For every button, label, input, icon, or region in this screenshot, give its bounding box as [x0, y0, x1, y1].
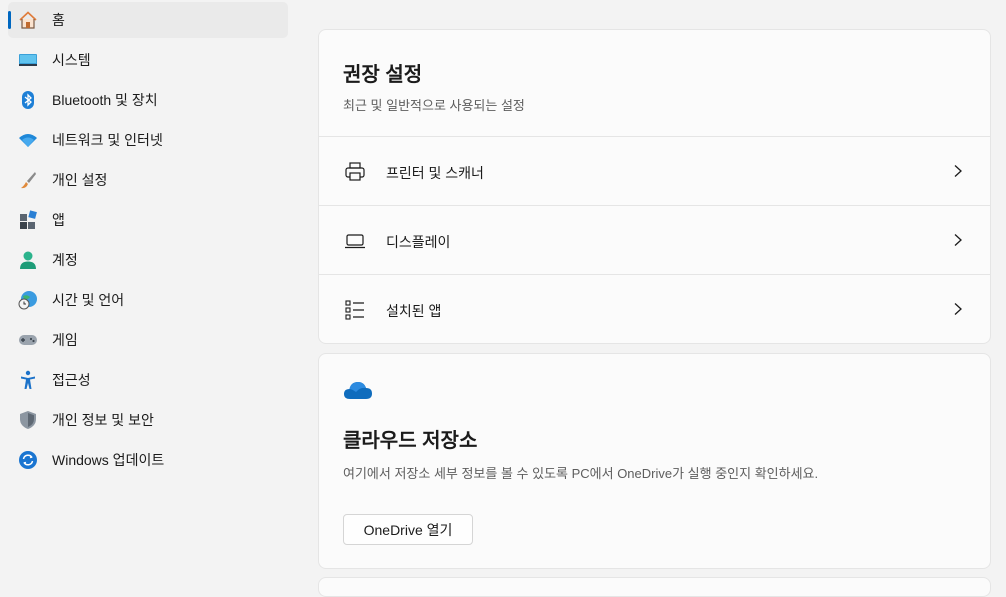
laptop-icon — [345, 234, 365, 249]
row-printers-scanners[interactable]: 프린터 및 스캐너 — [319, 136, 990, 206]
active-indicator — [8, 11, 11, 29]
recommended-title: 권장 설정 — [343, 64, 423, 86]
row-installed-apps[interactable]: 설치된 앱 — [319, 274, 990, 344]
open-onedrive-button[interactable]: OneDrive 열기 — [343, 514, 473, 545]
recommended-subtitle: 최근 및 일반적으로 사용되는 설정 — [343, 98, 525, 113]
row-label: 디스플레이 — [386, 234, 451, 250]
sidebar-item-time-language[interactable]: 시간 및 언어 — [8, 282, 288, 318]
sidebar: 홈 시스템 Bluetooth 및 장치 네트워크 및 인터넷 개인 설정 앱 … — [0, 0, 300, 585]
row-label: 프린터 및 스캐너 — [386, 165, 484, 181]
sidebar-item-accounts[interactable]: 계정 — [8, 242, 288, 278]
cloud-title: 클라우드 저장소 — [343, 430, 478, 452]
sidebar-item-apps[interactable]: 앱 — [8, 202, 288, 238]
update-icon — [19, 451, 37, 469]
sidebar-item-label: 계정 — [52, 252, 78, 268]
sidebar-item-gaming[interactable]: 게임 — [8, 322, 288, 358]
sidebar-item-label: Bluetooth 및 장치 — [52, 92, 158, 108]
list-icon — [345, 300, 364, 320]
shield-icon — [20, 411, 36, 429]
recommended-settings-card: 권장 설정 최근 및 일반적으로 사용되는 설정 프린터 및 스캐너 디스플레이 — [318, 29, 991, 344]
row-label: 설치된 앱 — [386, 303, 442, 319]
person-icon — [20, 251, 36, 269]
sidebar-item-label: 게임 — [52, 332, 78, 348]
wifi-icon — [19, 134, 37, 147]
chevron-right-icon — [954, 234, 962, 246]
sidebar-item-personalization[interactable]: 개인 설정 — [8, 162, 288, 198]
sidebar-item-label: 시스템 — [52, 52, 91, 68]
sidebar-item-network[interactable]: 네트워크 및 인터넷 — [8, 122, 288, 158]
sidebar-item-label: 네트워크 및 인터넷 — [52, 132, 163, 148]
sidebar-item-home[interactable]: 홈 — [8, 2, 288, 38]
sidebar-item-label: 앱 — [52, 212, 65, 228]
brush-icon — [21, 172, 36, 189]
cloud-icon — [344, 382, 372, 399]
next-card-edge — [318, 577, 991, 597]
sidebar-item-label: 홈 — [52, 12, 65, 28]
sidebar-item-label: 접근성 — [52, 372, 91, 388]
apps-icon — [20, 210, 37, 229]
sidebar-item-system[interactable]: 시스템 — [8, 42, 288, 78]
printer-icon — [345, 162, 365, 181]
cloud-description: 여기에서 저장소 세부 정보를 볼 수 있도록 PC에서 OneDrive가 실… — [343, 466, 819, 481]
accessibility-icon — [21, 370, 35, 389]
sidebar-item-label: 개인 정보 및 보안 — [52, 412, 154, 428]
sidebar-item-label: Windows 업데이트 — [52, 452, 165, 468]
chevron-right-icon — [954, 303, 962, 315]
gamepad-icon — [19, 335, 37, 345]
monitor-icon — [19, 54, 37, 66]
bluetooth-icon — [22, 91, 34, 109]
sidebar-item-label: 시간 및 언어 — [52, 292, 125, 308]
cloud-storage-card: 클라우드 저장소 여기에서 저장소 세부 정보를 볼 수 있도록 PC에서 On… — [318, 353, 991, 569]
chevron-right-icon — [954, 165, 962, 177]
globe-clock-icon — [18, 291, 37, 310]
sidebar-item-bluetooth[interactable]: Bluetooth 및 장치 — [8, 82, 288, 118]
sidebar-item-label: 개인 설정 — [52, 172, 108, 188]
sidebar-item-windows-update[interactable]: Windows 업데이트 — [8, 442, 288, 478]
sidebar-item-privacy[interactable]: 개인 정보 및 보안 — [8, 402, 288, 438]
sidebar-item-accessibility[interactable]: 접근성 — [8, 362, 288, 398]
home-icon — [19, 11, 37, 29]
row-display[interactable]: 디스플레이 — [319, 205, 990, 275]
